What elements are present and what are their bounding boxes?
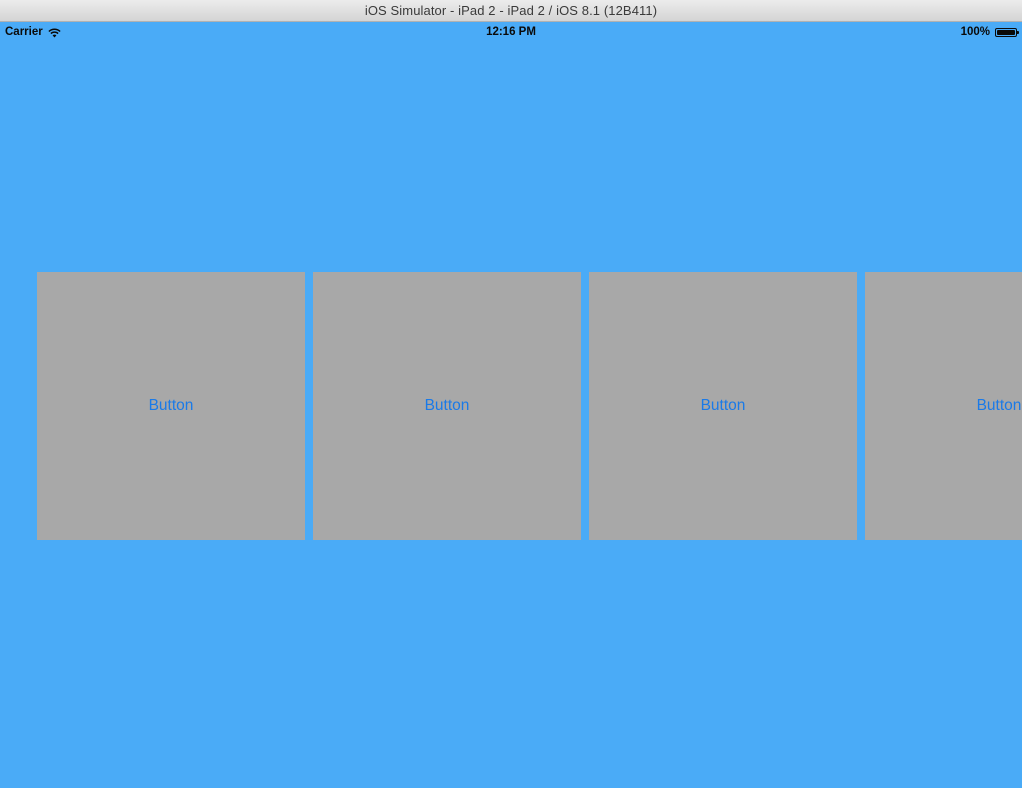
status-bar: Carrier 12:16 PM 100% — [0, 22, 1022, 42]
button-tile-2[interactable]: Button — [313, 272, 581, 540]
button-label: Button — [148, 397, 194, 414]
button-label: Button — [424, 397, 470, 414]
battery-icon — [995, 27, 1019, 37]
button-tile-4[interactable]: Button — [865, 272, 1022, 540]
battery-percentage: 100% — [960, 26, 990, 38]
device-screen: Carrier 12:16 PM 100% Button Button Butt… — [0, 22, 1022, 788]
status-time: 12:16 PM — [486, 26, 536, 38]
simulator-title-bar[interactable]: iOS Simulator - iPad 2 - iPad 2 / iOS 8.… — [0, 0, 1022, 22]
window-title: iOS Simulator - iPad 2 - iPad 2 / iOS 8.… — [364, 3, 658, 18]
button-label: Button — [700, 397, 746, 414]
button-tile-3[interactable]: Button — [589, 272, 857, 540]
button-tile-1[interactable]: Button — [37, 272, 305, 540]
status-right: 100% — [960, 26, 1019, 38]
horizontal-button-scroller[interactable]: Button Button Button Button — [0, 272, 1022, 540]
button-label: Button — [976, 397, 1022, 414]
